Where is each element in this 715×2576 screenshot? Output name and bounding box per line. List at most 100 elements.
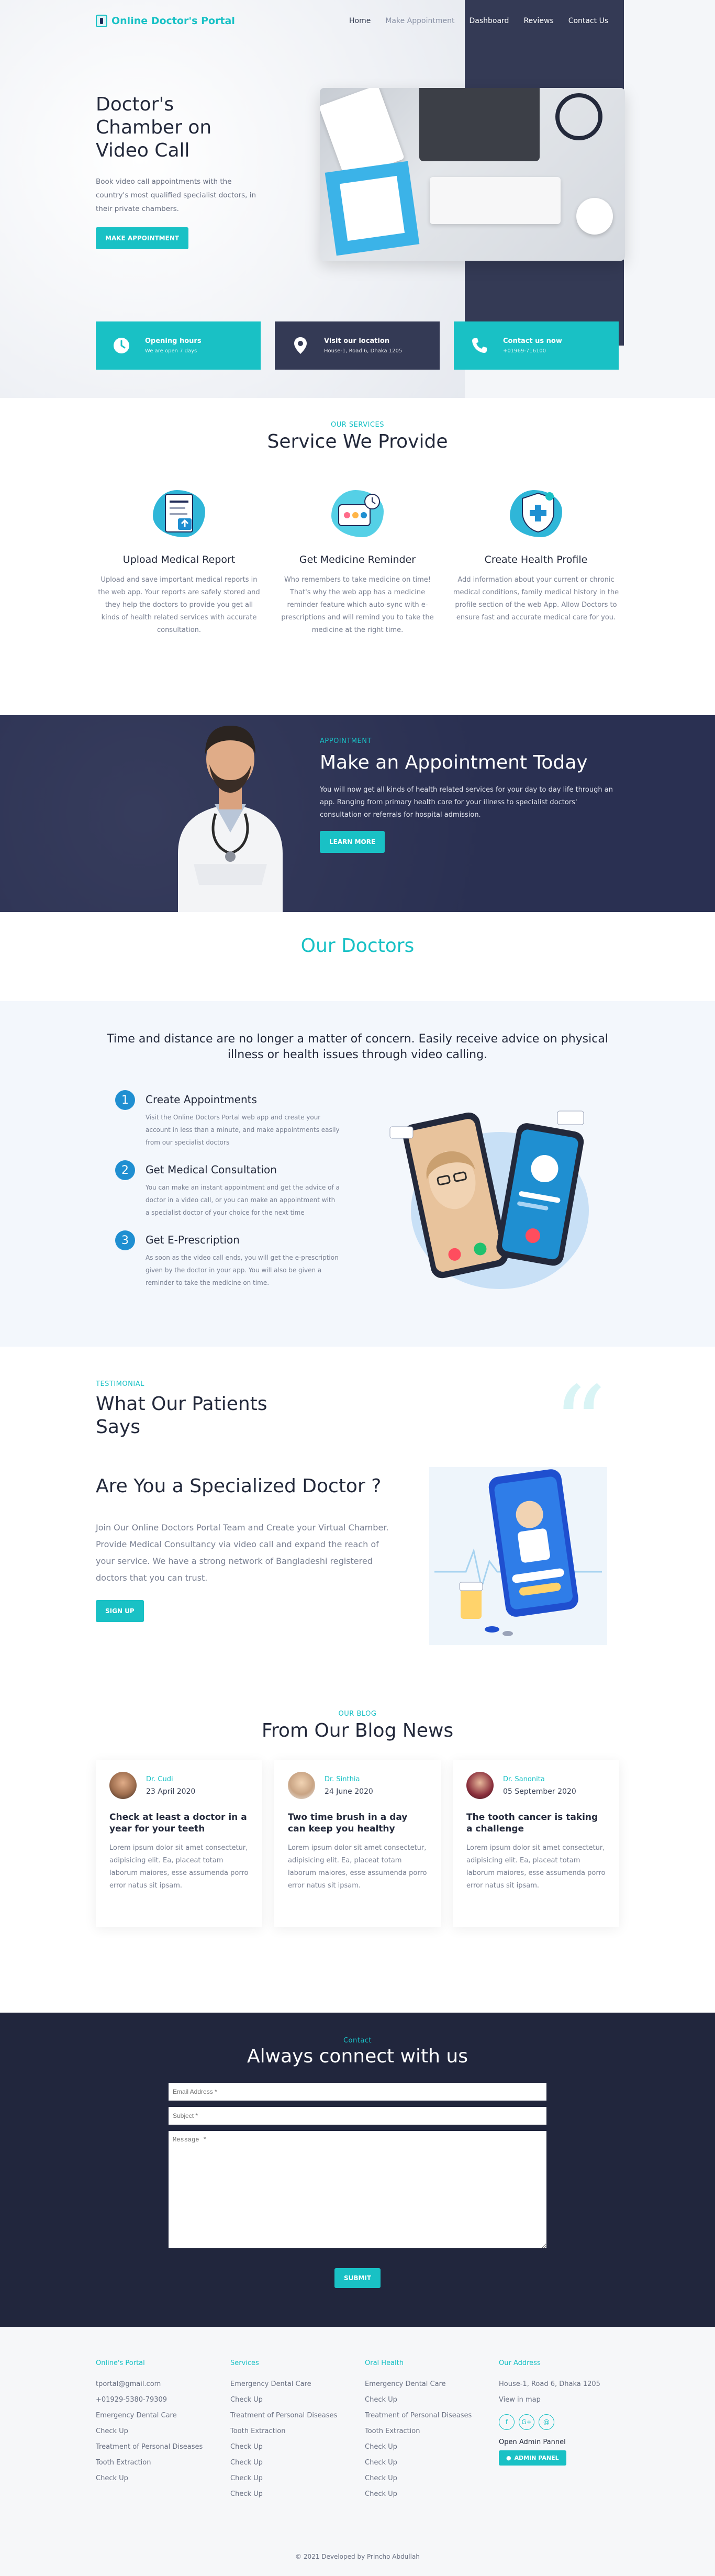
footer-email[interactable]: tportal@gmail.com: [96, 2377, 221, 2392]
services-list: Upload Medical Report Upload and save im…: [96, 485, 619, 637]
message-field[interactable]: [169, 2131, 546, 2248]
footer-link[interactable]: Treatment of Personal Diseases: [365, 2408, 490, 2424]
notebook-icon: [339, 175, 405, 241]
brand-name: Online Doctor's Portal: [111, 15, 235, 27]
footer-link[interactable]: Check Up: [365, 2392, 490, 2408]
avatar: [109, 1772, 137, 1799]
copyright: © 2021 Developed by Princho Abdullah: [295, 2553, 420, 2560]
blog-card[interactable]: Dr. Cudi 23 April 2020 Check at least a d…: [96, 1760, 262, 1927]
step-title: Get Medical Consultation: [146, 1163, 277, 1176]
brand-logo[interactable]: Online Doctor's Portal: [96, 15, 235, 27]
service-text: Upload and save important medical report…: [98, 576, 260, 634]
nav-make-appointment[interactable]: Make Appointment: [385, 17, 454, 25]
video-call-phones-illustration: [389, 1111, 589, 1289]
navbar: Online Doctor's Portal Home Make Appoint…: [0, 0, 715, 44]
footer-link[interactable]: Check Up: [96, 2471, 221, 2486]
sign-up-button[interactable]: SIGN UP: [96, 1600, 144, 1622]
footer-link[interactable]: Check Up: [230, 2455, 356, 2471]
our-doctors-section: Our Doctors: [0, 912, 715, 1001]
footer-link[interactable]: Check Up: [230, 2392, 356, 2408]
card-sub: We are open 7 days: [145, 348, 197, 354]
specialized-text: Join Our Online Doctors Portal Team and …: [96, 1523, 389, 1583]
testimonial-title: What Our Patients Says: [96, 1393, 267, 1438]
footer-heading: Online's Portal: [96, 2359, 145, 2367]
blog-post-title[interactable]: The tooth cancer is taking a challenge: [466, 1812, 606, 1835]
social-links: f G+ @: [499, 2414, 619, 2430]
nav-home[interactable]: Home: [349, 17, 371, 25]
blog-date: 23 April 2020: [146, 1787, 196, 1796]
blog-date: 24 June 2020: [325, 1787, 373, 1796]
footer-link[interactable]: Check Up: [230, 2439, 356, 2455]
footer-link[interactable]: Emergency Dental Care: [230, 2377, 356, 2392]
appointment-title: Make an Appointment Today: [320, 752, 588, 773]
blog-title: From Our Blog News: [261, 1720, 454, 1741]
step-number: 2: [115, 1160, 135, 1180]
service-title: Get Medicine Reminder: [299, 554, 416, 565]
service-title: Create Health Profile: [484, 554, 588, 565]
footer-link[interactable]: Tooth Extraction: [96, 2455, 221, 2471]
appointment-section: APPOINTMENT Make an Appointment Today Yo…: [0, 715, 715, 912]
admin-panel-label: Open Admin Pannel: [499, 2438, 566, 2446]
step-text: Visit the Online Doctors Portal web app …: [146, 1114, 340, 1146]
blog-card[interactable]: Dr. Sanonita 05 September 2020 The tooth …: [453, 1760, 619, 1927]
blog-date: 05 September 2020: [503, 1787, 576, 1796]
specialized-doctor-section: Are You a Specialized Doctor ? Join Our …: [0, 1462, 715, 1710]
footer-link[interactable]: Treatment of Personal Diseases: [230, 2408, 356, 2424]
blog-card[interactable]: Dr. Sinthia 24 June 2020 Two time brush i…: [274, 1760, 441, 1927]
blog-section: OUR BLOG From Our Blog News Dr. Cudi 23 A…: [0, 1710, 715, 2013]
main-menu: Home Make Appointment Dashboard Reviews …: [349, 17, 608, 25]
footer-phone[interactable]: +01929-5380-79309: [96, 2392, 221, 2408]
nav-dashboard[interactable]: Dashboard: [469, 17, 509, 25]
footer-link[interactable]: Check Up: [365, 2471, 490, 2486]
subject-field[interactable]: [169, 2107, 546, 2125]
email-field[interactable]: [169, 2083, 546, 2101]
blog-post-title[interactable]: Check at least a doctor in a year for yo…: [109, 1812, 249, 1835]
facebook-icon[interactable]: f: [499, 2414, 515, 2430]
footer-link[interactable]: Check Up: [230, 2486, 356, 2502]
footer-link[interactable]: Check Up: [365, 2486, 490, 2502]
specialized-title: Are You a Specialized Doctor ?: [96, 1475, 382, 1497]
nav-contact-us[interactable]: Contact Us: [568, 17, 608, 25]
appointment-eyebrow: APPOINTMENT: [320, 737, 372, 745]
footer-link[interactable]: Check Up: [365, 2439, 490, 2455]
footer-link[interactable]: Emergency Dental Care: [96, 2408, 221, 2424]
view-in-map-link[interactable]: View in map: [499, 2392, 619, 2408]
service-title: Upload Medical Report: [122, 554, 236, 565]
doctor-logo-icon: [96, 15, 107, 27]
step-number: 1: [115, 1090, 135, 1110]
contact-title: Always connect with us: [247, 2046, 468, 2067]
location-pin-icon: [292, 337, 309, 354]
email-icon[interactable]: @: [539, 2414, 554, 2430]
service-upload-report: Upload Medical Report Upload and save im…: [96, 485, 262, 637]
footer-link[interactable]: Emergency Dental Care: [365, 2377, 490, 2392]
footer-link[interactable]: Treatment of Personal Diseases: [96, 2439, 221, 2455]
hero-section: Online Doctor's Portal Home Make Appoint…: [0, 0, 715, 398]
admin-panel-button[interactable]: ● ADMIN PANEL: [499, 2450, 566, 2466]
appointment-content: APPOINTMENT Make an Appointment Today Yo…: [320, 737, 618, 853]
service-medicine-reminder: Get Medicine Reminder Who remembers to t…: [274, 485, 441, 637]
blog-post-text: Lorem ipsum dolor sit amet consectetur, …: [466, 1844, 606, 1890]
footer-heading: Services: [230, 2359, 259, 2367]
footer-address: House-1, Road 6, Dhaka 1205: [499, 2380, 600, 2388]
google-plus-icon[interactable]: G+: [519, 2414, 534, 2430]
blog-post-title[interactable]: Two time brush in a day can keep you hea…: [288, 1812, 427, 1835]
blog-author: Dr. Sanonita: [503, 1775, 545, 1783]
nav-reviews[interactable]: Reviews: [523, 17, 553, 25]
make-appointment-button[interactable]: MAKE APPOINTMENT: [96, 227, 189, 249]
footer-link[interactable]: Tooth Extraction: [230, 2424, 356, 2439]
service-text: Who remembers to take medicine on time! …: [281, 576, 434, 634]
learn-more-button[interactable]: LEARN MORE: [320, 831, 385, 853]
blog-post-text: Lorem ipsum dolor sit amet consectetur, …: [288, 1844, 427, 1890]
footer-link[interactable]: Check Up: [96, 2424, 221, 2439]
footer-col-services: Services Emergency Dental Care Check Up …: [230, 2359, 356, 2502]
footer-link[interactable]: Check Up: [365, 2455, 490, 2471]
footer-link[interactable]: Check Up: [230, 2471, 356, 2486]
laptop-icon: [419, 88, 540, 161]
contact-eyebrow: Contact: [343, 2037, 372, 2045]
card-sub: House-1, Road 6, Dhaka 1205: [324, 348, 403, 354]
card-title: Contact us now: [503, 337, 562, 345]
submit-button[interactable]: SUBMIT: [334, 2268, 381, 2288]
footer-link[interactable]: Tooth Extraction: [365, 2424, 490, 2439]
coffee-cup-icon: [576, 198, 613, 235]
service-text: Add information about your current or ch…: [453, 576, 619, 621]
